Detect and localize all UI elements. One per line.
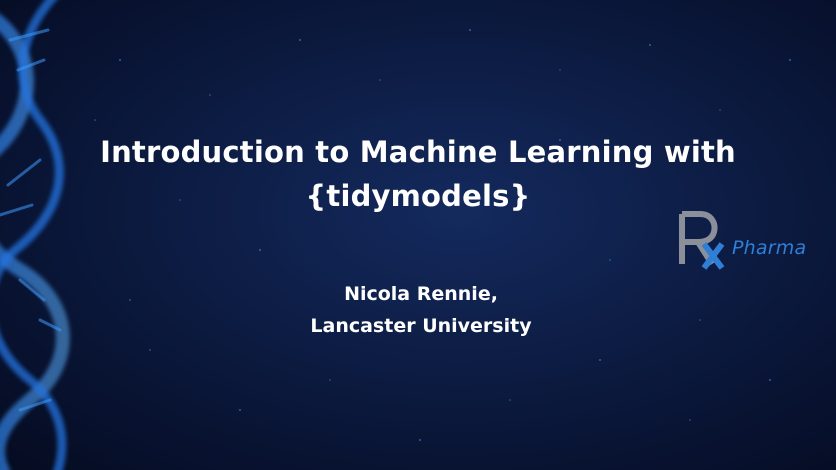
author-name: Nicola Rennie,	[344, 283, 498, 305]
slide-author: Nicola Rennie, Lancaster University	[0, 278, 836, 342]
title-slide: Introduction to Machine Learning with {t…	[0, 0, 836, 470]
author-affiliation: Lancaster University	[310, 315, 532, 337]
slide-title-line-1: Introduction to Machine Learning with	[100, 135, 736, 169]
logo-text: Pharma	[732, 237, 807, 259]
slide-title: Introduction to Machine Learning with {t…	[0, 130, 836, 218]
